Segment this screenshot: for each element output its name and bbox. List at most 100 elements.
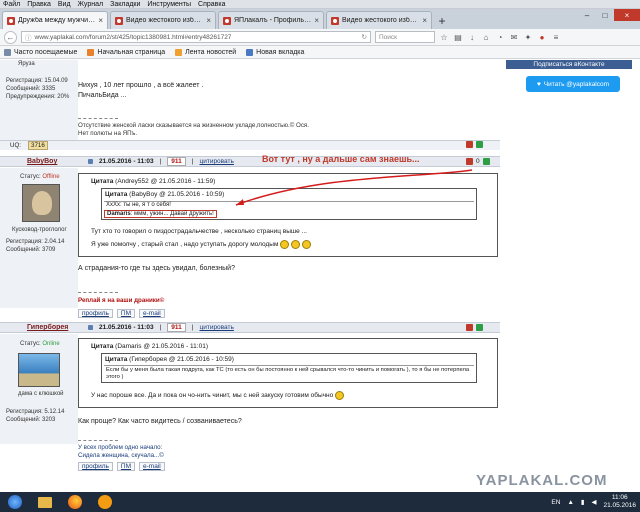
menu-bookmarks[interactable]: Закладки [110,1,140,8]
menu-view[interactable]: Вид [58,1,71,8]
tab-2[interactable]: Видео жестокого избиен... × [110,11,216,29]
folder-icon [38,496,52,508]
menu-edit[interactable]: Правка [27,1,51,8]
post-meta: 21.05.2016 - 11:03 | 911 | цитировать [88,323,234,332]
search-input[interactable]: Поиск [375,31,435,43]
chat-icon[interactable]: ◔ [495,32,505,42]
reload-icon[interactable]: ↻ [362,33,367,41]
user-nick[interactable]: Гиперборея [27,324,68,331]
signature: Реплай я на ваши драники© [78,297,165,304]
menu-history[interactable]: Журнал [78,1,104,8]
uq-label: UQ: [10,142,22,149]
quote-outer: Цитата (Damaris @ 21.05.2016 - 11:01) Ци… [78,338,498,408]
info-icon[interactable]: ⓘ [25,32,32,42]
bookmark-frequent[interactable]: Часто посещаемые [4,48,78,56]
post-number[interactable]: 911 [167,323,186,332]
registration: Регистрация: 15.04.09 [6,78,68,84]
back-button[interactable]: ← [4,30,17,44]
window-controls: – □ × [578,9,640,21]
profile-link[interactable]: профиль [78,462,113,471]
network-icon[interactable]: ▮ [581,498,585,506]
messages-count: Сообщений: 3709 [6,247,56,253]
download-icon[interactable]: ↓ [467,32,477,42]
post-date: 21.05.2016 - 11:03 [99,324,154,331]
yaplakal-favicon-icon [7,16,15,25]
url-bar[interactable]: ⓘ www.yaplakal.com/forum2/st/425/topic13… [21,31,371,43]
menu-icon[interactable]: ≡ [551,32,561,42]
maximize-button[interactable]: □ [596,9,614,21]
tray-arrow-icon[interactable]: ▲ [567,499,573,506]
menu-help[interactable]: Справка [198,1,225,8]
post-icon [88,159,93,164]
taskbar-firefox[interactable] [60,492,90,512]
start-button[interactable] [0,492,30,512]
smiley-icon [302,240,312,249]
quote-meta: (Гиперборея @ 21.05.2016 - 10:59) [129,356,234,363]
new-tab-button[interactable]: + [434,13,450,29]
user-nick[interactable]: BabyBoy [27,158,57,165]
bookmark-home[interactable]: Начальная страница [87,48,166,56]
post-text: А страдания-то где ты здесь увидал, боле… [78,265,235,272]
tab-3[interactable]: ЯПлакалъ - Профиль пол... × [218,11,324,29]
volume-icon[interactable]: ◀ [591,498,596,506]
clock[interactable]: 11:06 21.05.2016 [603,494,636,510]
quote-text: Я уже помолчу , старый стал , надо уступ… [91,240,312,249]
tab-1[interactable]: Дружба между мужчино... × [2,11,108,29]
pm-link[interactable]: ПМ [116,309,136,318]
uq-value: 3716 [28,141,48,150]
twitter-button[interactable]: ♥ Читать @yaplakalcom [526,76,620,92]
signature: Нет полюты на ЯПъ. [78,130,138,137]
star-icon[interactable]: ☆ [439,32,449,42]
cite-link[interactable]: цитировать [199,324,233,331]
pm-link[interactable]: ПМ [116,462,136,471]
close-tab-icon[interactable]: × [314,16,319,25]
taskbar-media[interactable] [90,492,120,512]
bookmark-news[interactable]: Лента новостей [175,48,236,56]
bookmark-label: Начальная страница [97,48,166,56]
adblock-icon[interactable]: ● [537,32,547,42]
signature-divider [78,440,118,441]
minimize-button[interactable]: – [578,9,596,21]
post-number[interactable]: 911 [167,157,186,166]
report-icon[interactable] [466,141,473,148]
email-link[interactable]: e-mail [139,462,165,471]
reply-icon[interactable] [476,141,483,148]
language-indicator[interactable]: EN [551,499,560,506]
sync-icon[interactable]: ✉ [509,32,519,42]
email-link[interactable]: e-mail [139,309,165,318]
tab-title: Дружба между мужчино... [18,17,96,24]
menu-file[interactable]: Файл [3,1,20,8]
quote-title: Цитата [91,343,114,350]
registration: Регистрация: 2.04.14 [6,239,65,245]
post-meta: 21.05.2016 - 11:03 | 911 | цитировать [88,157,234,166]
annotation-text: Вот тут , ну а дальше сам знаешь... [262,154,420,164]
vk-subscribe-button[interactable]: Подписаться вКонтакте [506,60,632,69]
quote-text: Тут хто то говорил о пиздострадальчестве… [91,228,307,235]
profile-link[interactable]: профиль [78,309,113,318]
minus-icon[interactable] [466,324,473,331]
windows-icon [8,495,22,509]
plus-icon[interactable] [482,158,490,165]
quote-inner: Цитата (BabyBoy @ 21.05.2016 - 10:59) Xx… [101,188,477,220]
tab-4[interactable]: Видео жестокого избиен... × [326,11,432,29]
close-tab-icon[interactable]: × [98,16,103,25]
addon-icon[interactable]: ✦ [523,32,533,42]
bookmark-new-tab[interactable]: Новая вкладка [246,48,304,56]
quote-title: Цитата [91,178,114,185]
quote-name: Damaris [107,211,131,217]
reading-list-icon[interactable]: ▤ [453,32,463,42]
yaplakal-favicon-icon [223,16,231,25]
cite-link[interactable]: цитировать [199,158,233,165]
close-tab-icon[interactable]: × [422,16,427,25]
home-icon[interactable]: ⌂ [481,32,491,42]
folder-icon [4,48,11,56]
taskbar: EN ▲ ▮ ◀ 11:06 21.05.2016 [0,492,640,512]
bookmark-label: Часто посещаемые [14,48,78,56]
taskbar-explorer[interactable] [30,492,60,512]
close-tab-icon[interactable]: × [206,16,211,25]
plus-icon[interactable] [476,324,483,331]
menu-tools[interactable]: Инструменты [147,1,191,8]
quote-meta: (BabyBoy @ 21.05.2016 - 10:59) [129,191,225,198]
close-window-button[interactable]: × [614,9,640,21]
minus-icon[interactable] [466,158,473,165]
